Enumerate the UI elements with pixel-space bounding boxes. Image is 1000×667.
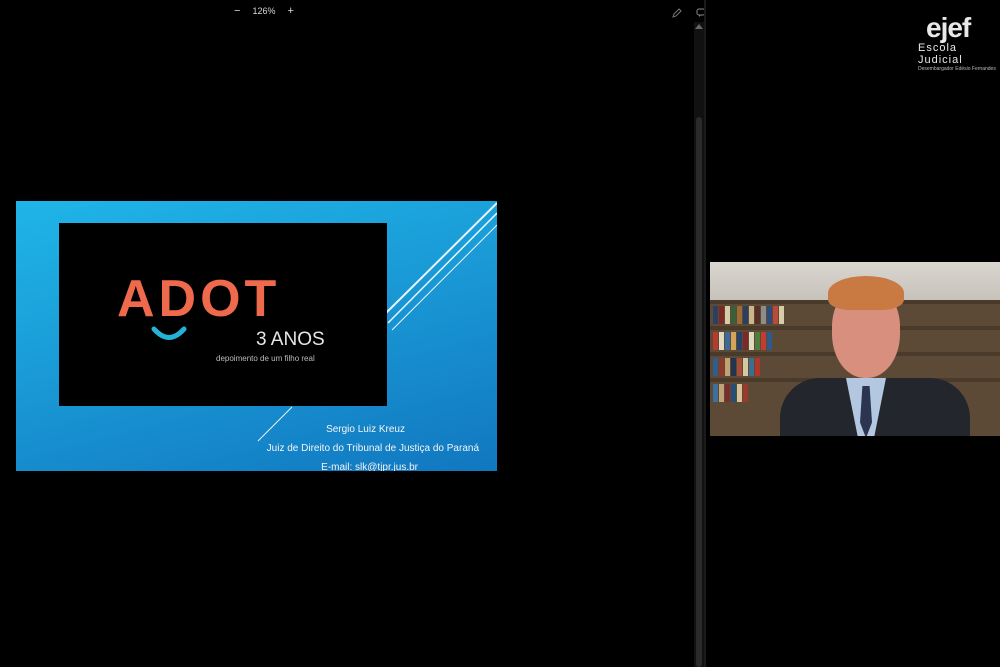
top-icons [672,5,706,18]
logo-subtitle: depoimento de um filho real [216,354,315,363]
zoom-controls: − 126% + [234,4,294,18]
webcam-video [710,262,1000,436]
smile-icon [151,326,187,340]
adot-logo-text: ADOT [117,270,281,328]
scrollbar[interactable] [694,22,704,667]
presentation-slide: ADOT 3 ANOS depoimento de um filho real … [16,201,497,471]
presenter-name: Sergio Luiz Kreuz [326,424,405,435]
scrollbar-thumb[interactable] [696,117,702,667]
presenter-role: Juiz de Direito do Tribunal de Justiça d… [266,443,479,454]
panel-divider[interactable] [704,0,706,667]
ejef-subtitle: Desembargador Edésio Fernandes [918,66,996,72]
zoom-out-button[interactable]: − [234,5,240,17]
zoom-in-button[interactable]: + [287,5,293,17]
pen-icon[interactable] [672,5,682,18]
logo-years: 3 ANOS [256,329,325,350]
zoom-level: 126% [252,6,276,16]
presenter-email: E-mail: slk@tjpr.jus.br [321,462,418,471]
ejef-logo: ejef [926,12,971,43]
ejef-name: Escola Judicial [918,42,963,66]
adot-logo-box: ADOT 3 ANOS depoimento de um filho real [59,223,387,406]
scroll-up-icon[interactable] [695,24,703,29]
ejef-watermark: ejef Escola Judicial Desembargador Edési… [918,14,1000,73]
presenter-info: Sergio Luiz Kreuz Juiz de Direito do Tri… [267,420,479,471]
person-hair [828,276,904,310]
